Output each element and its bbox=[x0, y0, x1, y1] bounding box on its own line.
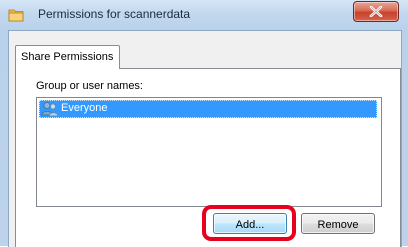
highlight-annotation bbox=[202, 205, 296, 241]
close-button[interactable] bbox=[353, 1, 399, 22]
group-or-user-names-label: Group or user names: bbox=[36, 80, 143, 92]
list-item-everyone[interactable]: Everyone bbox=[39, 100, 377, 118]
remove-button[interactable]: Remove bbox=[301, 213, 375, 234]
folder-icon bbox=[8, 8, 24, 22]
close-x-icon bbox=[369, 6, 383, 17]
window-title: Permissions for scannerdata bbox=[38, 7, 191, 21]
user-list[interactable]: Everyone bbox=[36, 97, 382, 207]
tab-label: Share Permissions bbox=[21, 51, 114, 63]
title-bar[interactable]: Permissions for scannerdata bbox=[0, 0, 408, 30]
tab-share-permissions[interactable]: Share Permissions bbox=[15, 45, 120, 69]
users-group-icon bbox=[41, 101, 59, 117]
permissions-dialog: Permissions for scannerdata Share Permis… bbox=[0, 0, 408, 247]
list-item-label: Everyone bbox=[61, 102, 108, 114]
